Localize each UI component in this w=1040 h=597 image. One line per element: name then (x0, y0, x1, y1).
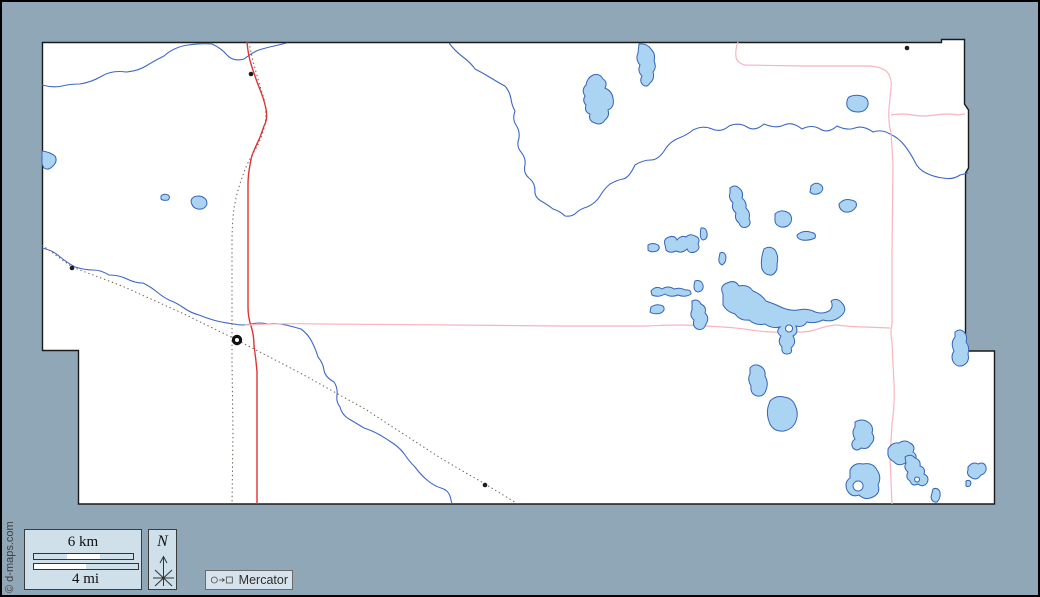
lake (809, 182, 824, 195)
compass-arrow-icon (153, 555, 174, 587)
lake (796, 230, 816, 241)
scale-km-label: 6 km (67, 534, 99, 550)
scale-mi-label: 4 mi (71, 571, 100, 587)
lake (649, 304, 665, 315)
lake (851, 419, 875, 451)
lake (846, 94, 869, 113)
scale-km-bar (33, 553, 134, 560)
lake (664, 234, 700, 254)
city-ring-marker (231, 334, 243, 346)
lake (718, 252, 727, 266)
lake (693, 280, 704, 293)
scale-segment (34, 564, 86, 569)
lake (951, 329, 970, 367)
map-page: 6 km 4 mi N Mercator © d-maps.com (0, 0, 1040, 597)
lake (930, 487, 941, 503)
lake (647, 243, 660, 253)
town-dot (904, 45, 910, 51)
lake (766, 396, 798, 432)
scale-segment (34, 554, 68, 559)
copyright-watermark: © d-maps.com (4, 521, 16, 593)
lake (160, 193, 170, 201)
scale-segment (86, 564, 138, 569)
town-dot (482, 482, 488, 488)
lake (748, 364, 768, 397)
north-label: N (157, 533, 168, 550)
projection-box: Mercator (205, 570, 293, 590)
town-dot (248, 71, 254, 77)
north-indicator: N (148, 529, 177, 590)
scale-bar: 6 km 4 mi (24, 529, 142, 590)
projection-transform-icon (210, 576, 233, 584)
lake (965, 479, 972, 488)
town-dot (69, 265, 75, 271)
lake (190, 195, 208, 210)
lake (760, 246, 779, 276)
lake (699, 227, 708, 241)
map-canvas (41, 38, 996, 505)
lake (774, 210, 792, 228)
scale-segment (100, 554, 133, 559)
projection-label: Mercator (238, 573, 288, 587)
scale-mi-bar (33, 563, 139, 570)
scale-segment (67, 554, 101, 559)
lake (845, 463, 881, 500)
